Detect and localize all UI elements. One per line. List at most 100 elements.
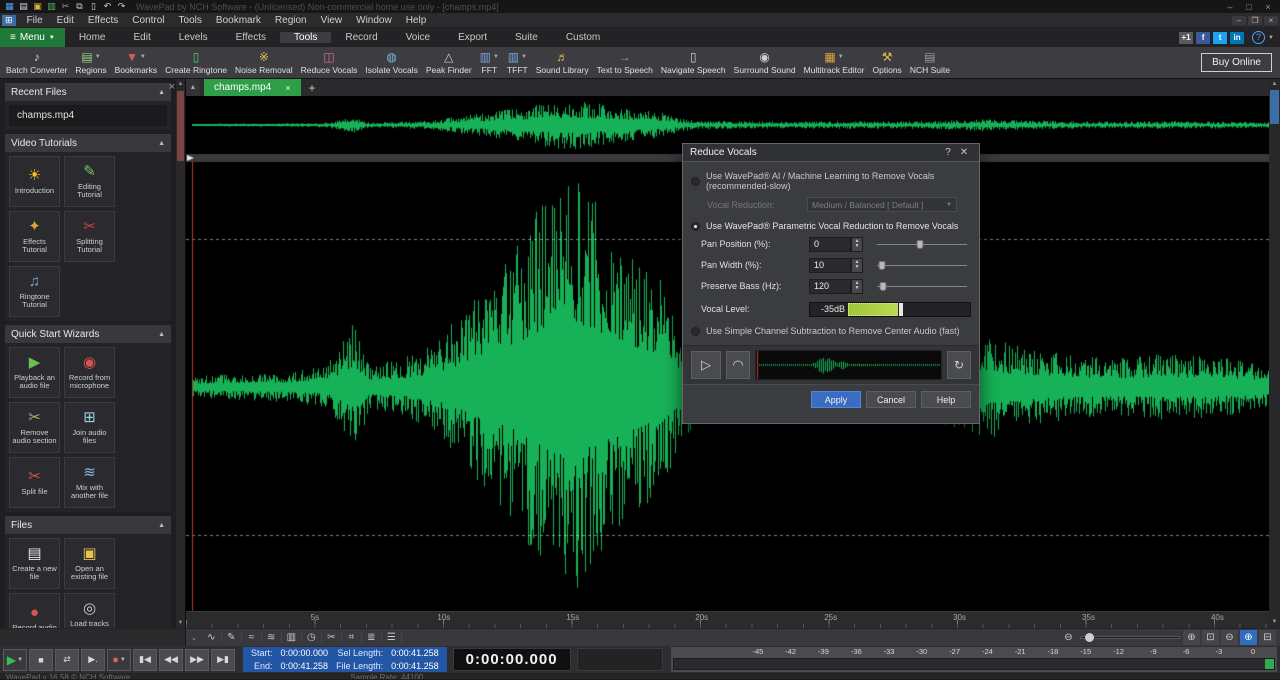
radio-simple-subtraction[interactable] (691, 327, 700, 336)
radio-ai-ml-label[interactable]: Use WavePad® AI / Machine Learning to Re… (706, 171, 971, 191)
zoom-button[interactable]: ⊕ (1240, 630, 1257, 645)
quickbar-icon[interactable]: ↷ (116, 2, 127, 11)
social-icon[interactable]: +1 (1179, 32, 1193, 44)
sidebar-tile[interactable]: ✂ Remove audio section (9, 402, 60, 453)
cancel-button[interactable]: Cancel (866, 391, 916, 408)
transport-button[interactable]: ● ▼ (107, 649, 131, 671)
zoom-slider-knob[interactable] (1085, 633, 1094, 642)
mdi-close-icon[interactable]: × (1264, 16, 1278, 25)
help-icon[interactable]: ? (1252, 31, 1265, 44)
radio-ai-ml[interactable] (691, 177, 700, 186)
sidebar-tile[interactable]: ✦ Effects Tutorial (9, 211, 60, 262)
sidebar-tile[interactable]: ● Record audio (9, 593, 60, 628)
ribbon-tab[interactable]: Record (331, 32, 391, 43)
menu-item[interactable]: Tools (172, 15, 209, 26)
mini-tool-icon[interactable]: ∿ (202, 632, 222, 643)
menu-item[interactable]: Effects (81, 15, 125, 26)
field-input[interactable]: 120 (809, 279, 851, 294)
mini-tool-icon[interactable]: ≋ (262, 632, 282, 643)
sidebar-tile[interactable]: ♫ Ringtone Tutorial (9, 266, 60, 317)
field-slider[interactable] (877, 237, 967, 252)
mdi-restore-icon[interactable]: ❐ (1248, 16, 1262, 25)
mdi-minimize-icon[interactable]: – (1232, 16, 1246, 25)
toolbar-button[interactable]: ◫ ▼ Reduce Vocals (297, 47, 362, 78)
menu-item[interactable]: View (314, 15, 350, 26)
zoom-button[interactable]: ⊡ (1202, 630, 1219, 645)
quickbar-icon[interactable]: ▤ (18, 2, 29, 11)
quickbar-icon[interactable]: ⧉ (74, 2, 85, 11)
transport-button[interactable]: ■ ▼ (29, 649, 53, 671)
recent-file-item[interactable]: champs.mp4 (9, 105, 167, 126)
chevron-up-icon[interactable]: ▲ (158, 331, 165, 338)
vocal-level-thumb[interactable] (899, 303, 903, 316)
zoom-out-icon[interactable]: ⊖ (1060, 630, 1077, 645)
preview-loop-button[interactable]: ↻ (947, 351, 971, 379)
section-header[interactable]: Video Tutorials ▲ (5, 134, 171, 152)
menu-item[interactable]: Bookmark (209, 15, 268, 26)
section-header[interactable]: Files ▲ (5, 516, 171, 534)
field-spinner[interactable]: ▲▼ (851, 258, 863, 273)
ribbon-tab[interactable]: Edit (120, 32, 165, 43)
field-input[interactable]: 0 (809, 237, 851, 252)
ribbon-tab[interactable]: Tools (280, 32, 331, 43)
section-header[interactable]: Quick Start Wizards ▲ (5, 325, 171, 343)
transport-button[interactable]: ⇄ ▼ (55, 649, 79, 671)
scroll-up-icon[interactable]: ▲ (1272, 79, 1278, 90)
mini-tool-icon[interactable]: ⌗ (342, 632, 362, 643)
mini-tool-icon[interactable]: ☰ (382, 632, 402, 643)
field-spinner[interactable]: ▲▼ (851, 279, 863, 294)
toolbar-button[interactable]: ▥ ▼ TFFT (503, 47, 532, 78)
preview-waveform[interactable] (755, 350, 942, 380)
field-slider[interactable] (877, 258, 967, 273)
sidebar-tile[interactable]: ✎ Editing Tutorial (64, 156, 115, 207)
chevron-down-icon[interactable]: ▼ (140, 54, 146, 60)
menu-item[interactable]: File (20, 15, 50, 26)
toolbar-button[interactable]: ▦ ▼ Multitrack Editor (800, 47, 869, 78)
sidebar-scrollbar[interactable]: ▲ ▼ (176, 79, 185, 628)
transport-button[interactable]: ▶▮ ▼ (211, 649, 235, 671)
dialog-help-icon[interactable]: ? (940, 147, 956, 158)
apply-button[interactable]: Apply (811, 391, 861, 408)
chevron-down-icon[interactable]: ▼ (1268, 35, 1274, 41)
collapse-sidebar-icon[interactable]: ▲ (186, 79, 200, 96)
chevron-down-icon[interactable]: ▼ (120, 657, 126, 663)
quickbar-icon[interactable]: ▣ (32, 2, 43, 11)
menu-item[interactable]: Edit (50, 15, 81, 26)
sidebar-tile[interactable]: ✂ Split file (9, 457, 60, 508)
toolbar-button[interactable]: ▯ ▼ Create Ringtone (161, 47, 231, 78)
social-icon[interactable]: t (1213, 32, 1227, 44)
toolbar-button[interactable]: ※ ▼ Noise Removal (231, 47, 297, 78)
field-input[interactable]: 10 (809, 258, 851, 273)
zoom-slider[interactable] (1080, 636, 1180, 639)
quickbar-icon[interactable]: ↶ (102, 2, 113, 11)
mini-tool-icon[interactable]: ◷ (302, 632, 322, 643)
ribbon-tab[interactable]: Voice (392, 32, 444, 43)
sidebar-tile[interactable]: ◉ Record from microphone (64, 347, 115, 398)
mini-tool-icon[interactable]: ▥ (282, 632, 302, 643)
quickbar-icon[interactable]: ▯ (88, 2, 99, 11)
new-tab-button[interactable]: + (301, 79, 324, 96)
menu-item[interactable]: Help (399, 15, 434, 26)
ribbon-tab[interactable]: Export (444, 32, 501, 43)
radio-simple-label[interactable]: Use Simple Channel Subtraction to Remove… (706, 326, 960, 336)
toolbar-button[interactable]: ▤ ▼ Regions (71, 47, 110, 78)
maximize-icon[interactable]: □ (1241, 2, 1257, 12)
chevron-down-icon[interactable]: ▼ (521, 54, 527, 60)
vocal-level-slider[interactable]: -35dB (809, 302, 971, 317)
toolbar-button[interactable]: ▯ ▼ Navigate Speech (657, 47, 730, 78)
menu-item[interactable]: Region (268, 15, 314, 26)
quickbar-icon[interactable]: ✂ (60, 2, 71, 11)
sidebar-tile[interactable]: ◎ Load tracks from CD (64, 593, 115, 628)
ribbon-tab[interactable]: Levels (165, 32, 222, 43)
menu-item[interactable]: Window (349, 15, 399, 26)
sidebar-tile[interactable]: ⊞ Join audio files (64, 402, 115, 453)
ribbon-tab[interactable]: Effects (222, 32, 280, 43)
zoom-button[interactable]: ⊖ (1221, 630, 1238, 645)
sidebar-tile[interactable]: ▤ Create a new file (9, 538, 60, 589)
mini-tool-icon[interactable]: ≈ (242, 632, 262, 643)
transport-button[interactable]: ◀◀ ▼ (159, 649, 183, 671)
file-tab[interactable]: champs.mp4 × (204, 79, 301, 96)
social-icon[interactable]: in (1230, 32, 1244, 44)
slider-thumb[interactable] (880, 282, 887, 291)
radio-parametric-label[interactable]: Use WavePad® Parametric Vocal Reduction … (706, 221, 958, 231)
